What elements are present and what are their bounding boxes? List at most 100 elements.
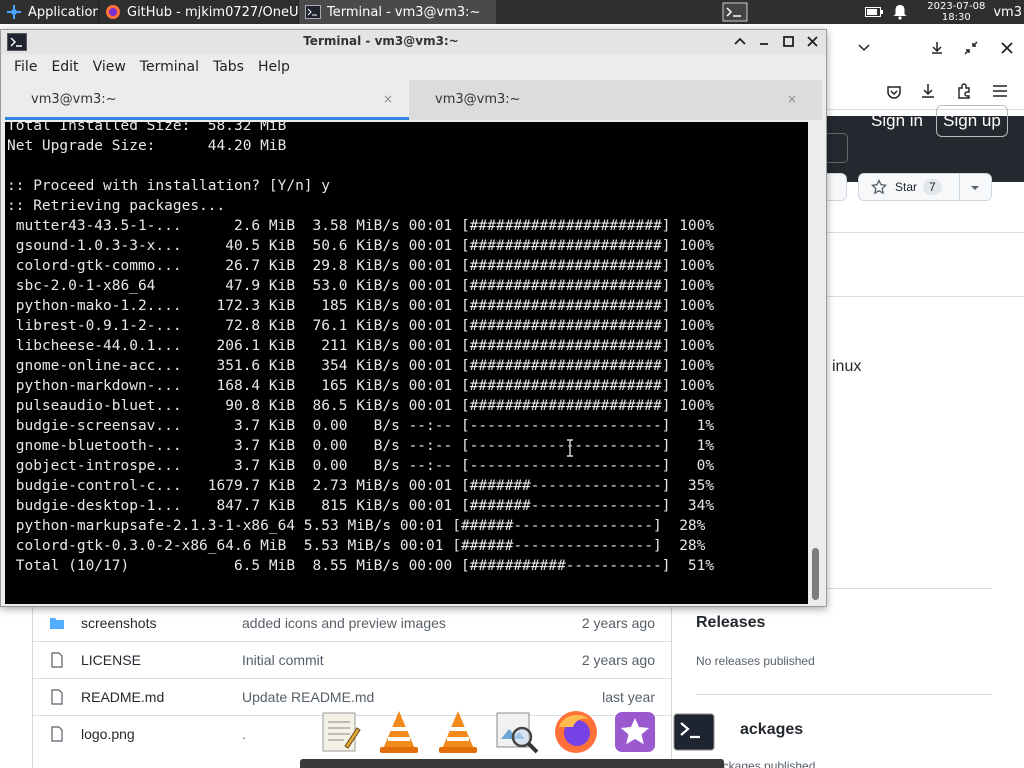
terminal-output[interactable]: Total Installed Size: 58.32 MiB Net Upgra… bbox=[5, 122, 808, 604]
text-cursor-icon bbox=[567, 439, 573, 457]
maximize-button[interactable] bbox=[780, 33, 796, 49]
dock-background bbox=[300, 759, 724, 768]
favorites-star-icon bbox=[615, 712, 656, 752]
file-icon bbox=[51, 689, 63, 705]
terminal-line: :: Retrieving packages... bbox=[7, 198, 226, 214]
terminal-tabbar: vm3@vm3:~ × vm3@vm3:~ × bbox=[5, 80, 822, 120]
firefox-icon bbox=[555, 711, 598, 753]
sign-in-link[interactable]: Sign in bbox=[871, 111, 923, 131]
dock-favorites[interactable] bbox=[610, 706, 661, 758]
terminal-titlebar[interactable]: Terminal - vm3@vm3:~ bbox=[1, 30, 826, 54]
terminal-line: Net Upgrade Size: 44.20 MiB bbox=[7, 138, 287, 154]
user-menu[interactable]: vm3 bbox=[993, 5, 1024, 20]
terminal-tab-2[interactable]: vm3@vm3:~ × bbox=[409, 80, 813, 120]
star-button[interactable]: Star 7 bbox=[858, 173, 992, 201]
dock-image-viewer[interactable] bbox=[491, 706, 542, 758]
star-count: 7 bbox=[923, 179, 942, 195]
menu-edit[interactable]: Edit bbox=[44, 59, 85, 75]
commit-message[interactable]: Initial commit bbox=[242, 652, 324, 668]
resize-icon[interactable] bbox=[964, 41, 978, 55]
terminal-line: mutter43-43.5-1-... 2.6 MiB 3.58 MiB/s 0… bbox=[7, 218, 715, 234]
panel-terminal-launcher[interactable] bbox=[716, 0, 754, 24]
dock bbox=[312, 706, 720, 758]
dock-firefox[interactable] bbox=[551, 706, 602, 758]
file-icon bbox=[51, 726, 63, 742]
menu-view[interactable]: View bbox=[86, 59, 133, 75]
packages-status: ackages published bbox=[716, 759, 816, 768]
terminal-line: colord-gtk-commo... 26.7 KiB 29.8 KiB/s … bbox=[7, 258, 715, 274]
terminal-icon bbox=[673, 713, 715, 751]
terminal-line: budgie-control-c... 1679.7 KiB 2.73 MiB/… bbox=[7, 478, 715, 494]
commit-message[interactable]: Update README.md bbox=[242, 689, 374, 705]
terminal-line: librest-0.9.1-2-... 72.8 KiB 76.1 KiB/s … bbox=[7, 318, 715, 334]
menu-hamburger-icon[interactable] bbox=[992, 84, 1008, 98]
dock-terminal[interactable] bbox=[669, 706, 720, 758]
minimize-button[interactable] bbox=[756, 33, 772, 49]
search-box-edge[interactable] bbox=[826, 133, 848, 163]
battery-icon[interactable] bbox=[865, 6, 884, 18]
downloads-icon[interactable] bbox=[920, 83, 936, 99]
minimize-arrow-icon[interactable] bbox=[930, 41, 944, 55]
terminal-line: budgie-screensav... 3.7 KiB 0.00 B/s --:… bbox=[7, 418, 715, 434]
terminal-line: python-markdown-... 168.4 KiB 165 KiB/s … bbox=[7, 378, 715, 394]
table-row[interactable]: LICENSE Initial commit 2 years ago bbox=[33, 641, 671, 678]
pocket-icon[interactable] bbox=[886, 84, 902, 100]
file-icon bbox=[51, 652, 63, 668]
folder-icon bbox=[50, 618, 64, 629]
terminal-line: Total (10/17) 6.5 MiB 8.55 MiB/s 00:00 [… bbox=[7, 558, 715, 574]
close-icon[interactable] bbox=[1000, 41, 1014, 55]
minimize-icon bbox=[760, 43, 768, 45]
releases-heading[interactable]: Releases bbox=[696, 614, 765, 632]
scrollbar-thumb[interactable] bbox=[812, 548, 819, 600]
terminal-scrollbar[interactable] bbox=[809, 122, 822, 604]
window-controls bbox=[732, 33, 820, 49]
terminal-tab-1[interactable]: vm3@vm3:~ × bbox=[5, 80, 409, 120]
close-button[interactable] bbox=[804, 33, 820, 49]
maximize-icon bbox=[782, 35, 794, 47]
dock-vlc-2[interactable] bbox=[432, 706, 483, 758]
file-name[interactable]: README.md bbox=[81, 689, 164, 705]
releases-status: No releases published bbox=[696, 654, 815, 668]
terminal-text: Total Installed Size: 58.32 MiB Net Upgra… bbox=[7, 122, 714, 576]
extensions-icon[interactable] bbox=[956, 83, 972, 99]
applications-label: Applications bbox=[28, 4, 98, 20]
firefox-icon bbox=[106, 5, 120, 19]
table-row[interactable]: screenshots added icons and preview imag… bbox=[33, 604, 671, 641]
menu-tabs[interactable]: Tabs bbox=[206, 59, 251, 75]
terminal-line: gobject-introspe... 3.7 KiB 0.00 B/s --:… bbox=[7, 458, 715, 474]
file-name[interactable]: logo.png bbox=[81, 726, 135, 742]
chevron-up-icon bbox=[734, 37, 746, 45]
terminal-line: colord-gtk-0.3.0-2-x86_64.6 MiB 5.53 MiB… bbox=[7, 538, 706, 554]
dock-vlc[interactable] bbox=[373, 706, 424, 758]
sign-up-button[interactable]: Sign up bbox=[936, 105, 1008, 137]
commit-message[interactable]: . bbox=[242, 726, 246, 742]
divider bbox=[826, 296, 1024, 297]
clock[interactable]: 2023-07-08 18:30 bbox=[919, 1, 993, 23]
chevron-down-icon[interactable] bbox=[970, 185, 980, 191]
shade-button[interactable] bbox=[732, 33, 748, 49]
menu-help[interactable]: Help bbox=[251, 59, 297, 75]
vlc-icon bbox=[379, 711, 418, 753]
tab-close-icon[interactable]: × bbox=[787, 92, 797, 106]
taskbar-terminal[interactable]: Terminal - vm3@vm3:~ bbox=[298, 0, 496, 24]
tab-label: vm3@vm3:~ bbox=[31, 92, 117, 107]
menu-file[interactable]: File bbox=[7, 59, 44, 75]
file-name[interactable]: LICENSE bbox=[81, 652, 141, 668]
commit-age: last year bbox=[602, 689, 655, 705]
terminal-line: gsound-1.0.3-3-x... 40.5 KiB 50.6 KiB/s … bbox=[7, 238, 715, 254]
taskbar-firefox[interactable]: GitHub - mjkim0727/OneU... bbox=[98, 0, 298, 24]
commit-age: 2 years ago bbox=[581, 652, 655, 668]
packages-heading[interactable]: ackages bbox=[740, 721, 803, 739]
terminal-line: sbc-2.0-1-x86_64 47.9 KiB 53.0 KiB/s 00:… bbox=[7, 278, 715, 294]
applications-menu[interactable]: Applications bbox=[0, 0, 98, 24]
notification-bell-icon[interactable] bbox=[893, 4, 907, 20]
file-name[interactable]: screenshots bbox=[81, 615, 156, 631]
dock-text-editor[interactable] bbox=[314, 706, 365, 758]
terminal-line: :: Proceed with installation? [Y/n] y bbox=[7, 178, 331, 194]
terminal-menubar: File Edit View Terminal Tabs Help bbox=[1, 54, 826, 80]
menu-terminal[interactable]: Terminal bbox=[133, 59, 206, 75]
terminal-icon bbox=[722, 2, 748, 22]
tab-close-icon[interactable]: × bbox=[383, 92, 393, 106]
commit-message[interactable]: added icons and preview images bbox=[242, 615, 446, 631]
chevron-down-icon[interactable] bbox=[858, 42, 870, 54]
